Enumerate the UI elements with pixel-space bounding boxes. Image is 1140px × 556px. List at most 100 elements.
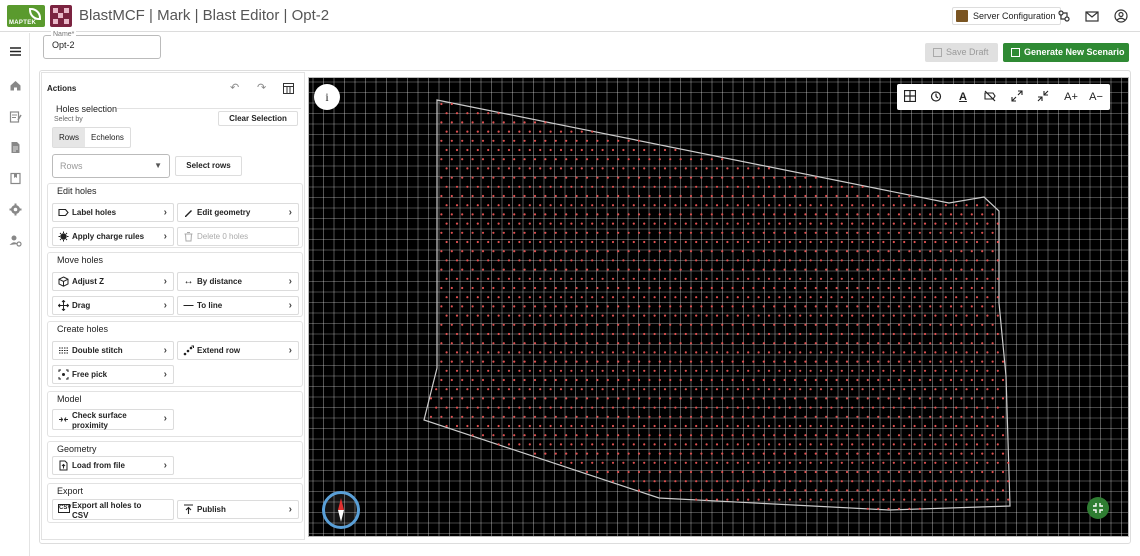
blast-hole[interactable] [752, 397, 755, 400]
blast-hole[interactable] [705, 424, 708, 428]
blast-hole[interactable] [601, 259, 604, 262]
blast-hole[interactable] [601, 167, 604, 170]
blast-hole[interactable] [887, 342, 890, 345]
blast-hole[interactable] [731, 489, 734, 492]
blast-hole[interactable] [778, 406, 781, 409]
blast-hole[interactable] [632, 148, 635, 152]
blast-hole[interactable] [481, 397, 485, 400]
blast-hole[interactable] [648, 452, 651, 455]
blast-hole[interactable] [585, 342, 589, 345]
blast-hole[interactable] [440, 158, 443, 161]
blast-hole[interactable] [507, 424, 511, 428]
blast-hole[interactable] [445, 130, 448, 133]
blast-hole[interactable] [955, 369, 958, 372]
blast-hole[interactable] [856, 360, 859, 363]
blast-hole[interactable] [559, 185, 563, 188]
blast-hole[interactable] [840, 222, 843, 225]
blast-hole[interactable] [533, 360, 537, 363]
extend-row-button[interactable]: Extend row › [177, 341, 299, 360]
blast-hole[interactable] [866, 489, 869, 492]
blast-hole[interactable] [856, 213, 859, 216]
blast-hole[interactable] [523, 158, 526, 161]
blast-hole[interactable] [773, 378, 776, 382]
blast-hole[interactable] [684, 443, 687, 446]
blast-hole[interactable] [455, 388, 459, 391]
blast-hole[interactable] [767, 332, 771, 336]
blast-hole[interactable] [955, 332, 958, 336]
blast-hole[interactable] [596, 434, 599, 437]
blast-hole[interactable] [783, 342, 786, 345]
blast-hole[interactable] [450, 121, 453, 124]
blast-hole[interactable] [565, 323, 568, 326]
blast-hole[interactable] [767, 480, 771, 483]
blast-hole[interactable] [965, 406, 968, 409]
blast-hole[interactable] [799, 388, 802, 391]
blast-hole[interactable] [492, 231, 495, 234]
blast-hole[interactable] [591, 130, 594, 133]
blast-hole[interactable] [695, 369, 698, 372]
blast-hole[interactable] [882, 388, 885, 391]
blast-hole[interactable] [653, 351, 656, 354]
blast-hole[interactable] [637, 139, 641, 142]
blast-hole[interactable] [450, 415, 453, 418]
export-all-holes-csv-button[interactable]: CSV Export all holes to CSV [52, 499, 174, 520]
blast-hole[interactable] [487, 167, 490, 170]
blast-hole[interactable] [648, 397, 651, 400]
blast-hole[interactable] [882, 222, 885, 225]
blast-hole[interactable] [507, 369, 511, 372]
blast-hole[interactable] [991, 286, 994, 290]
blast-hole[interactable] [773, 323, 776, 326]
blast-hole[interactable] [617, 360, 620, 363]
blast-hole[interactable] [466, 259, 469, 262]
blast-hole[interactable] [965, 296, 968, 299]
blast-hole[interactable] [877, 378, 880, 382]
blast-hole[interactable] [580, 185, 583, 188]
blast-hole[interactable] [767, 167, 771, 170]
blast-hole[interactable] [632, 388, 635, 391]
blast-hole[interactable] [663, 406, 667, 409]
blast-hole[interactable] [814, 213, 817, 216]
blast-hole[interactable] [856, 194, 859, 198]
blast-hole[interactable] [544, 231, 547, 234]
blast-hole[interactable] [476, 148, 479, 152]
blast-hole[interactable] [570, 296, 573, 299]
blast-hole[interactable] [851, 461, 854, 464]
blast-hole[interactable] [455, 148, 459, 152]
blast-hole[interactable] [835, 323, 838, 326]
blast-hole[interactable] [497, 222, 500, 225]
blast-hole[interactable] [440, 342, 443, 345]
blast-hole[interactable] [492, 268, 495, 271]
network-icon[interactable] [1057, 9, 1071, 23]
blast-hole[interactable] [783, 268, 786, 271]
blast-hole[interactable] [975, 314, 979, 317]
blast-hole[interactable] [778, 185, 781, 188]
blast-hole[interactable] [871, 443, 875, 446]
blast-hole[interactable] [559, 240, 563, 244]
blast-hole[interactable] [804, 489, 807, 492]
blast-hole[interactable] [461, 231, 464, 234]
blast-hole[interactable] [1001, 415, 1005, 418]
blast-hole[interactable] [877, 415, 880, 418]
blast-hole[interactable] [903, 351, 906, 354]
blast-hole[interactable] [736, 480, 739, 483]
blast-hole[interactable] [825, 452, 828, 455]
blast-hole[interactable] [955, 406, 958, 409]
blast-hole[interactable] [601, 148, 604, 152]
blast-hole[interactable] [601, 240, 604, 244]
blast-hole[interactable] [601, 204, 604, 207]
blast-hole[interactable] [455, 277, 459, 280]
blast-hole[interactable] [523, 415, 526, 418]
blast-hole[interactable] [804, 268, 807, 271]
blast-hole[interactable] [554, 286, 557, 290]
blast-hole[interactable] [622, 424, 625, 428]
blast-hole[interactable] [471, 397, 474, 400]
blast-hole[interactable] [767, 351, 771, 354]
blast-hole[interactable] [715, 259, 719, 262]
blast-hole[interactable] [715, 332, 719, 336]
blast-hole[interactable] [611, 296, 615, 299]
blast-hole[interactable] [903, 259, 906, 262]
blast-hole[interactable] [570, 204, 573, 207]
blast-hole[interactable] [653, 424, 656, 428]
blast-hole[interactable] [767, 461, 771, 464]
blast-hole[interactable] [445, 369, 448, 372]
